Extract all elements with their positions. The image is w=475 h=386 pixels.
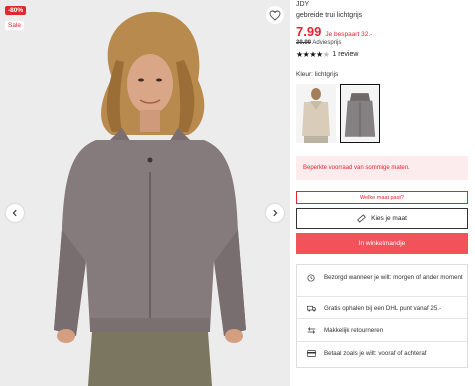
limited-stock-notice: Beperkte voorraad van sommige maten. — [296, 156, 468, 180]
usp-text: Makkelijk retourneren — [324, 327, 384, 334]
product-image-gallery[interactable]: -80% Sale — [0, 0, 290, 386]
rating-row[interactable]: ★★★★★ 1 review — [296, 50, 358, 59]
return-icon — [304, 327, 318, 334]
chevron-left-icon — [12, 209, 17, 217]
usp-item-returns: Makkelijk retourneren — [297, 326, 467, 335]
usp-item-pickup: Gratis ophalen bij een DHL punt vanaf 25… — [297, 304, 467, 313]
color-swatch-lightgrey[interactable] — [340, 84, 380, 143]
usp-divider — [297, 341, 467, 342]
advice-price-label: Adviesprijs — [312, 40, 342, 46]
truck-icon — [304, 305, 318, 312]
color-label: Kleur: lichtgrijs — [296, 71, 339, 78]
swatch-thumbnail — [341, 85, 379, 142]
usp-item-delivery: Bezorgd wanneer je wilt: morgen of ander… — [297, 273, 467, 282]
color-swatch-beige[interactable] — [296, 84, 336, 143]
saving-text: Je bespaart 32.- — [325, 31, 373, 38]
add-to-cart-button[interactable]: In winkelmandje — [296, 233, 468, 254]
star-rating-icon: ★★★★★ — [296, 50, 330, 59]
usp-list: Bezorgd wanneer je wilt: morgen of ander… — [296, 264, 468, 368]
usp-text: Betaal zoals je wilt: vooraf of achteraf — [324, 350, 427, 357]
next-image-button[interactable] — [266, 204, 284, 222]
old-price: 39.99 — [296, 40, 312, 46]
usp-text: Bezorgd wanneer je wilt: morgen of ander… — [324, 274, 463, 281]
product-name: gebreide trui lichtgrijs — [296, 12, 363, 19]
chevron-right-icon — [273, 209, 278, 217]
usp-divider — [297, 318, 467, 319]
heart-icon — [269, 10, 281, 21]
size-help-button[interactable]: Welke maat past? — [296, 191, 468, 204]
swatch-thumbnail — [296, 84, 336, 143]
clock-icon — [304, 274, 318, 282]
discount-badge: -80% — [5, 6, 27, 15]
brand-name[interactable]: JDY — [296, 1, 309, 8]
payment-icon — [304, 350, 318, 357]
sale-badge: Sale — [5, 21, 25, 30]
size-select-button[interactable]: Kies je maat — [296, 208, 468, 229]
usp-item-payment: Betaal zoals je wilt: vooraf of achteraf — [297, 349, 467, 358]
size-select-label: Kies je maat — [371, 215, 407, 222]
previous-image-button[interactable] — [6, 204, 24, 222]
price-row: 7.99 Je bespaart 32.- — [296, 24, 372, 39]
usp-text: Gratis ophalen bij een DHL punt vanaf 25… — [324, 305, 442, 312]
review-count[interactable]: 1 review — [332, 51, 358, 58]
product-photo — [0, 0, 290, 386]
wishlist-button[interactable] — [266, 6, 284, 24]
current-price: 7.99 — [296, 24, 322, 39]
ruler-icon — [357, 214, 366, 223]
old-price-row: 39.99 Adviesprijs — [296, 40, 341, 46]
usp-divider — [297, 296, 467, 297]
